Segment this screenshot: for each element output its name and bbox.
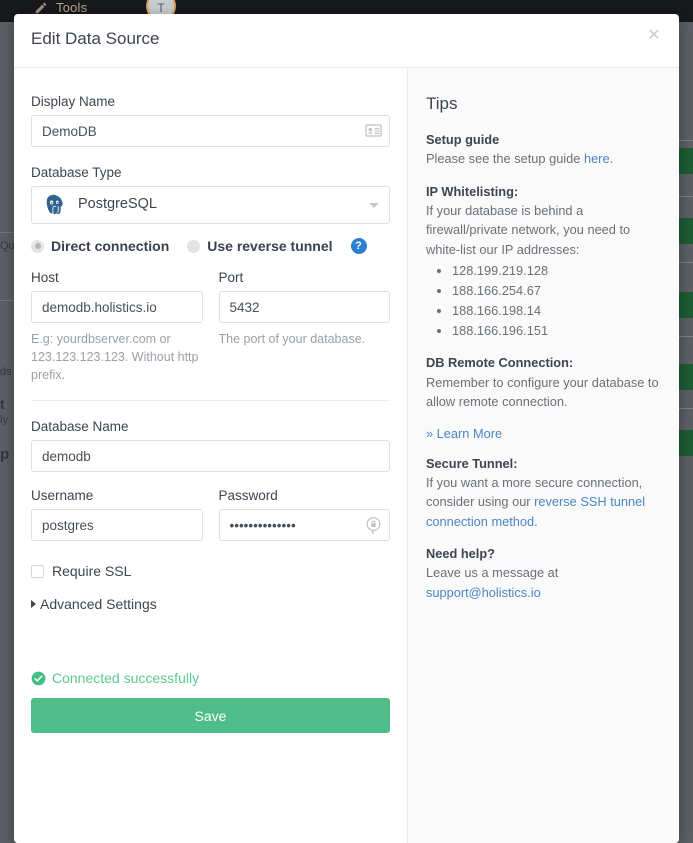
db-remote-heading: DB Remote Connection: xyxy=(426,355,574,371)
tips-secure-tunnel: Secure Tunnel: If you want a more secure… xyxy=(426,454,662,532)
pencil-icon xyxy=(35,2,47,14)
close-icon[interactable]: ✕ xyxy=(643,25,665,47)
radio-direct-connection-label: Direct connection xyxy=(51,238,170,254)
username-input[interactable] xyxy=(31,509,203,542)
list-item: 188.166.196.151 xyxy=(452,321,662,341)
background-left-text: Qu xyxy=(0,240,14,252)
password-field-wrap xyxy=(218,509,390,542)
display-name-field-wrap xyxy=(31,115,390,147)
port-field-group: Port The port of your database. xyxy=(218,270,390,384)
database-type-value: PostgreSQL xyxy=(78,196,157,212)
lock-refresh-icon[interactable] xyxy=(364,515,383,535)
radio-reverse-tunnel-label: Use reverse tunnel xyxy=(207,238,333,254)
background-tools-label: Tools xyxy=(56,0,88,15)
setup-guide-text-after: . xyxy=(609,151,614,167)
tips-title: Tips xyxy=(426,94,458,113)
support-email-link[interactable]: support@holistics.io xyxy=(426,585,541,600)
database-type-select[interactable]: PostgreSQL xyxy=(31,186,390,224)
advanced-settings-label: Advanced Settings xyxy=(40,596,157,613)
contact-card-icon[interactable] xyxy=(364,121,383,140)
background-left-text: ly xyxy=(0,414,8,426)
tips-panel: Tips Setup guide Please see the setup gu… xyxy=(407,68,679,843)
tips-db-remote-connection: DB Remote Connection: Remember to config… xyxy=(426,353,662,411)
question-mark-icon[interactable]: ? xyxy=(350,238,367,254)
tips-need-help: Need help? Leave us a message at support… xyxy=(426,544,662,602)
check-circle-icon xyxy=(31,671,46,686)
radio-reverse-tunnel[interactable] xyxy=(187,239,201,253)
password-label: Password xyxy=(218,488,278,504)
need-help-text: Leave us a message at support@holistics.… xyxy=(426,563,662,602)
background-left-text: t xyxy=(0,396,5,412)
connection-mode-group: Direct connection Use reverse tunnel ? xyxy=(31,238,390,254)
radio-direct-connection[interactable] xyxy=(31,239,44,253)
background-left-text: ds xyxy=(0,366,12,378)
host-label: Host xyxy=(31,270,59,285)
list-item: 188.166.254.67 xyxy=(452,281,662,301)
setup-guide-text-before: Please see the setup guide xyxy=(426,151,584,167)
port-input[interactable] xyxy=(218,291,390,323)
database-name-input[interactable] xyxy=(31,440,390,473)
require-ssl-row[interactable]: Require SSL xyxy=(31,563,390,579)
setup-guide-link[interactable]: here xyxy=(584,151,610,166)
host-hint: E.g: yourdbserver.com or 123.123.123.123… xyxy=(31,332,199,383)
require-ssl-checkbox[interactable] xyxy=(31,564,44,578)
need-help-text-before: Leave us a message at xyxy=(426,565,559,581)
database-type-label: Database Type xyxy=(31,165,122,180)
setup-guide-heading: Setup guide xyxy=(426,132,500,147)
modal-header: Edit Data Source ✕ xyxy=(14,14,679,68)
modal-body: Display Name Database Type xyxy=(14,68,679,843)
page-title: Edit Data Source xyxy=(31,29,160,48)
username-field-group: Username xyxy=(31,488,203,542)
list-item: 188.166.198.14 xyxy=(452,301,662,321)
host-input[interactable] xyxy=(31,291,203,323)
connection-status-text: Connected successfully xyxy=(52,670,200,687)
username-label: Username xyxy=(31,488,94,504)
background-left-text: p xyxy=(0,446,10,463)
db-remote-text: Remember to configure your database to a… xyxy=(426,374,659,410)
ip-whitelisting-text: If your database is behind a firewall/pr… xyxy=(426,202,631,257)
tips-setup-guide: Setup guide Please see the setup guide h… xyxy=(426,130,662,169)
port-hint: The port of your database. xyxy=(218,332,366,346)
data-source-form: Display Name Database Type xyxy=(14,68,407,843)
edit-data-source-modal: Edit Data Source ✕ Display Name Database… xyxy=(14,14,679,843)
need-help-heading: Need help? xyxy=(426,546,495,561)
ip-whitelisting-heading: IP Whitelisting: xyxy=(426,183,519,199)
secure-tunnel-text-after: . xyxy=(534,513,538,529)
caret-right-icon xyxy=(31,600,36,609)
secure-tunnel-text: If you want a more secure connection, co… xyxy=(426,473,662,531)
setup-guide-text: Please see the setup guide here. xyxy=(426,149,662,168)
host-field-group: Host E.g: yourdbserver.com or 123.123.12… xyxy=(31,270,203,384)
require-ssl-label: Require SSL xyxy=(52,563,132,580)
background-left-rule xyxy=(0,300,14,301)
display-name-input[interactable] xyxy=(31,115,390,147)
credentials-row: Username Password xyxy=(31,488,390,542)
postgresql-elephant-icon xyxy=(46,194,63,215)
port-label: Port xyxy=(218,270,244,285)
connection-status: Connected successfully xyxy=(31,670,390,686)
host-port-row: Host E.g: yourdbserver.com or 123.123.12… xyxy=(31,270,390,384)
password-field-group: Password xyxy=(218,488,390,542)
learn-more-link[interactable]: » Learn More xyxy=(426,426,502,441)
display-name-label: Display Name xyxy=(31,94,116,109)
tips-ip-whitelisting: IP Whitelisting: If your database is beh… xyxy=(426,182,662,341)
database-name-label: Database Name xyxy=(31,419,129,435)
ip-address-list: 128.199.219.128 188.166.254.67 188.166.1… xyxy=(426,261,662,340)
secure-tunnel-heading: Secure Tunnel: xyxy=(426,455,518,471)
chevron-down-icon xyxy=(369,203,379,208)
background-left-rule xyxy=(0,232,14,233)
list-item: 128.199.219.128 xyxy=(452,261,662,281)
advanced-settings-toggle[interactable]: Advanced Settings xyxy=(31,596,390,612)
save-button[interactable]: Save xyxy=(31,698,390,734)
